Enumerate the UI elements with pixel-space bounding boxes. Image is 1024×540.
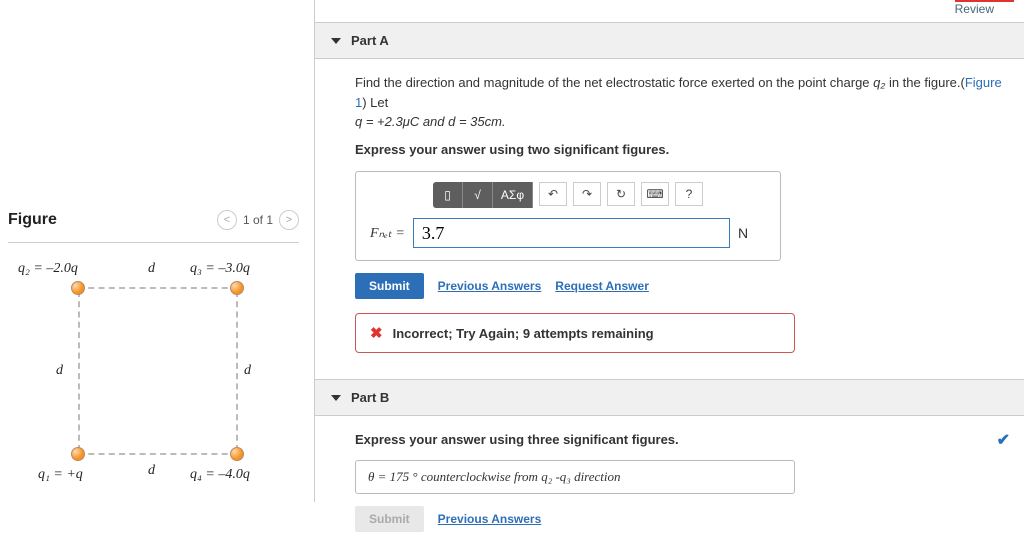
charge-q1: [71, 447, 85, 461]
figure-diagram: q₂ = –2.0q q₃ = –3.0q q₁ = +q q₄ = –4.0q…: [8, 263, 288, 493]
part-a-title: Part A: [351, 33, 389, 48]
label-q2: q₂ = –2.0q: [18, 261, 78, 277]
template-button[interactable]: ▯: [433, 182, 463, 208]
label-q1: q₁ = +q: [38, 467, 83, 483]
answer-input-a[interactable]: [413, 218, 730, 248]
greek-button[interactable]: ΑΣφ: [493, 182, 533, 208]
label-q4: q₄ = –4.0q: [190, 467, 250, 483]
submit-button-a[interactable]: Submit: [355, 273, 424, 299]
reset-button[interactable]: ↻: [607, 182, 635, 206]
submit-button-b: Submit: [355, 506, 424, 532]
part-b-express: Express your answer using three signific…: [355, 430, 1008, 450]
help-button[interactable]: ?: [675, 182, 703, 206]
previous-answers-link-b[interactable]: Previous Answers: [438, 512, 542, 526]
answer-box-b: θ = 175 ° counterclockwise from q₂ -q₃ d…: [355, 460, 795, 494]
label-q3: q₃ = –3.0q: [190, 261, 250, 277]
label-d-bottom: d: [148, 463, 155, 479]
equation-toolbar: ▯ √ ΑΣφ ↶ ↷ ↻ ⌨ ?: [356, 182, 780, 208]
sqrt-button[interactable]: √: [463, 182, 493, 208]
answer-box-a: ▯ √ ΑΣφ ↶ ↷ ↻ ⌨ ? Fₙₑₜ = N: [355, 171, 781, 261]
caret-down-icon: [331, 38, 341, 44]
label-d-top: d: [148, 261, 155, 277]
feedback-text: Incorrect; Try Again; 9 attempts remaini…: [393, 326, 654, 341]
review-link[interactable]: Review: [955, 0, 1014, 16]
answer-label: Fₙₑₜ =: [370, 225, 405, 242]
answer-unit: N: [738, 225, 766, 241]
redo-button[interactable]: ↷: [573, 182, 601, 206]
figure-next-button[interactable]: >: [279, 210, 299, 230]
incorrect-icon: ✖: [370, 324, 383, 342]
figure-panel: Figure < 1 of 1 > q₂ = –2.0q q₃ = –3.0q …: [0, 0, 315, 502]
charge-q4: [230, 447, 244, 461]
part-b-header[interactable]: Part B: [315, 379, 1024, 416]
previous-answers-link-a[interactable]: Previous Answers: [438, 279, 542, 293]
caret-down-icon: [331, 395, 341, 401]
correct-check-icon: ✔: [997, 430, 1010, 450]
charge-q2: [71, 281, 85, 295]
undo-button[interactable]: ↶: [539, 182, 567, 206]
figure-prev-button[interactable]: <: [217, 210, 237, 230]
figure-nav: < 1 of 1 >: [217, 210, 299, 230]
figure-title: Figure: [8, 211, 57, 229]
part-a-prompt: Find the direction and magnitude of the …: [355, 73, 1008, 159]
part-a-header[interactable]: Part A: [315, 22, 1024, 59]
label-d-right: d: [244, 363, 251, 379]
feedback-box: ✖ Incorrect; Try Again; 9 attempts remai…: [355, 313, 795, 353]
part-b-title: Part B: [351, 390, 389, 405]
request-answer-link[interactable]: Request Answer: [555, 279, 649, 293]
figure-nav-text: 1 of 1: [243, 213, 273, 227]
keyboard-button[interactable]: ⌨: [641, 182, 669, 206]
label-d-left: d: [56, 363, 63, 379]
part-a-express: Express your answer using two significan…: [355, 140, 1008, 160]
charge-q3: [230, 281, 244, 295]
question-panel: Review Part A Find the direction and mag…: [315, 0, 1024, 502]
